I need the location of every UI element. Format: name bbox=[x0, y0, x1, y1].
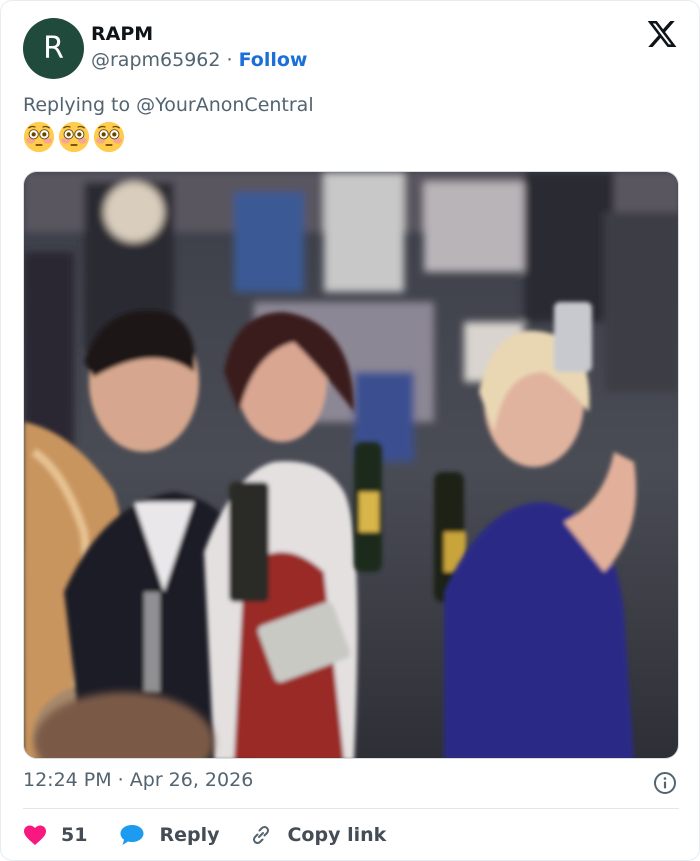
tweet-card: R RAPM @rapm65962 · Follow Replying to @… bbox=[0, 0, 700, 861]
handle-separator: · bbox=[220, 49, 239, 71]
replying-prefix: Replying to bbox=[23, 94, 137, 116]
avatar-initial: R bbox=[43, 31, 64, 66]
tweet-actions: 51 Reply Copy link bbox=[23, 819, 386, 851]
author-name[interactable]: RAPM bbox=[91, 23, 153, 45]
avatar[interactable]: R bbox=[23, 18, 84, 79]
tweet-text bbox=[23, 121, 125, 153]
x-logo-icon[interactable] bbox=[645, 18, 679, 50]
flushed-face-icon bbox=[23, 121, 55, 153]
like-count: 51 bbox=[61, 824, 88, 846]
follow-button[interactable]: Follow bbox=[239, 49, 308, 71]
event-photo bbox=[24, 172, 678, 758]
heart-icon bbox=[24, 825, 46, 845]
copy-link-button[interactable]: Copy link bbox=[249, 823, 386, 847]
divider bbox=[23, 808, 679, 809]
reply-bubble-icon bbox=[120, 825, 144, 845]
replying-to-handle[interactable]: @YourAnonCentral bbox=[136, 94, 313, 116]
author-handle[interactable]: @rapm65962 bbox=[91, 49, 220, 71]
info-icon[interactable] bbox=[653, 771, 677, 795]
link-icon bbox=[253, 825, 270, 845]
tweet-media-photo[interactable] bbox=[23, 171, 679, 759]
tweet-timestamp[interactable]: 12:24 PM · Apr 26, 2026 bbox=[23, 769, 253, 791]
reply-button[interactable]: Reply bbox=[119, 823, 219, 847]
reply-label: Reply bbox=[159, 824, 220, 846]
flushed-face-icon bbox=[93, 121, 125, 153]
flushed-face-icon bbox=[58, 121, 90, 153]
like-button[interactable]: 51 bbox=[23, 824, 87, 846]
copy-link-label: Copy link bbox=[287, 824, 387, 846]
replying-to: Replying to @YourAnonCentral bbox=[23, 94, 314, 116]
author-handle-row: @rapm65962 · Follow bbox=[91, 49, 308, 71]
